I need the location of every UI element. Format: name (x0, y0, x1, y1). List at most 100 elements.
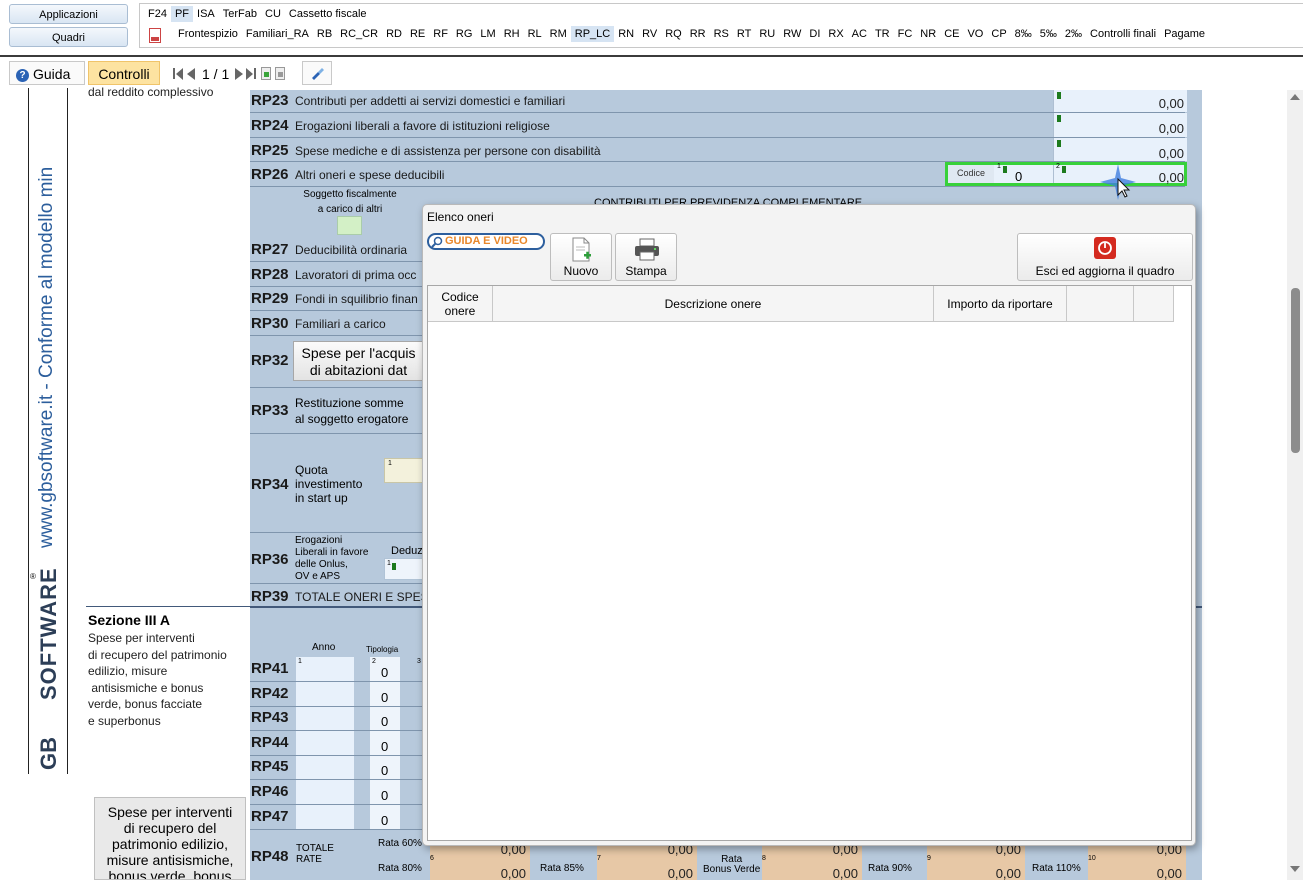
rp47-tipologia-value[interactable]: 0 (381, 813, 388, 828)
nav-tab-f24[interactable]: F24 (144, 6, 171, 22)
quadro-tab-rl[interactable]: RL (524, 26, 546, 42)
printer-icon (635, 238, 659, 261)
quadro-tab-rh[interactable]: RH (500, 26, 524, 42)
pdf-icon[interactable] (149, 28, 161, 43)
delete-page-icon[interactable] (275, 67, 285, 80)
quadro-tab-controlli-finali[interactable]: Controlli finali (1086, 26, 1160, 42)
new-document-icon (572, 237, 591, 262)
rp46-tipologia-value[interactable]: 0 (381, 788, 388, 803)
rp44-code: RP44 (251, 733, 289, 751)
rp32-acquisto-button[interactable]: Spese per l'acquis di abitazioni dat (293, 341, 424, 381)
stampa-button[interactable]: Stampa (615, 233, 677, 281)
rp45-tipologia-value[interactable]: 0 (381, 763, 388, 778)
nav-tab-cassetto-fiscale[interactable]: Cassetto fiscale (285, 6, 371, 22)
quadro-tab-rn[interactable]: RN (614, 26, 638, 42)
row-divider (250, 804, 422, 805)
add-page-icon[interactable] (261, 67, 271, 80)
quadro-tab-rt[interactable]: RT (733, 26, 755, 42)
quadro-tab-pagame[interactable]: Pagame (1160, 26, 1209, 42)
quadro-tab-rp-lc[interactable]: RP_LC (570, 26, 615, 42)
rp48-value: 0,00 (667, 866, 693, 881)
quadro-tab-rx[interactable]: RX (824, 26, 847, 42)
scroll-up-icon[interactable] (1290, 94, 1300, 100)
quadro-tab-tr[interactable]: TR (871, 26, 894, 42)
guida-button[interactable]: ? Guida (9, 61, 85, 85)
quadro-tab-ce[interactable]: CE (940, 26, 963, 42)
field-index: 2 (1056, 163, 1060, 170)
nav-tab-pf[interactable]: PF (170, 6, 194, 22)
quadro-tab-rg[interactable]: RG (452, 26, 477, 42)
col-descrizione-onere[interactable]: Descrizione onere (493, 286, 934, 322)
sezione-summary-box[interactable]: Spese per interventi di recupero del patri… (94, 797, 246, 880)
quadro-tab-ac[interactable]: AC (848, 26, 871, 42)
top-navigation: F24 PF ISA TerFab CU Cassetto fiscale Frontes… (139, 3, 1303, 48)
quadro-tab-rw[interactable]: RW (779, 26, 805, 42)
rp43-tipologia-value[interactable]: 0 (381, 714, 388, 729)
quadro-tab-nr[interactable]: NR (916, 26, 940, 42)
brush-icon (312, 68, 324, 80)
row-divider (250, 335, 422, 336)
next-page-icon[interactable] (235, 68, 243, 80)
prev-page-icon[interactable] (187, 68, 195, 80)
quadro-tab-rs[interactable]: RS (710, 26, 733, 42)
nav-tab-isa[interactable]: ISA (193, 6, 219, 22)
quadri-button[interactable]: Quadri (9, 27, 128, 47)
controlli-button[interactable]: Controlli (88, 61, 160, 85)
summary-box-line: di recupero del (123, 820, 217, 836)
quadro-tab-di[interactable]: DI (805, 26, 824, 42)
sezione-desc-line: antisismiche e bonus (88, 680, 204, 695)
scroll-down-icon[interactable] (1290, 866, 1300, 872)
quadro-tab-2-[interactable]: 2‰ (1061, 26, 1086, 42)
tools-button[interactable] (302, 61, 332, 85)
rp34-field[interactable]: 1 (384, 458, 424, 483)
soggetto-checkbox[interactable] (337, 216, 362, 235)
quadro-tab-rr[interactable]: RR (686, 26, 710, 42)
guida-video-button[interactable]: GUIDA E VIDEO (427, 233, 545, 250)
rp42-tipologia-value[interactable]: 0 (381, 690, 388, 705)
rata-60-label: Rata 60% (378, 838, 422, 849)
col-empty-2[interactable] (1134, 286, 1174, 322)
quadro-tab-rv[interactable]: RV (638, 26, 661, 42)
first-page-icon[interactable] (173, 68, 175, 79)
quadro-tab-rm[interactable]: RM (546, 26, 571, 42)
rp26-code: RP26 (251, 166, 289, 183)
quadro-tab-lm[interactable]: LM (476, 26, 499, 42)
scrollbar-thumb[interactable] (1291, 288, 1300, 453)
quadro-tab-rf[interactable]: RF (429, 26, 452, 42)
quadro-tab-rd[interactable]: RD (382, 26, 406, 42)
rata-bonus-verde-label: Rata Bonus Verde (703, 854, 761, 875)
nav-tab-cu[interactable]: CU (261, 6, 285, 22)
rp27-desc: Deducibilità ordinaria (295, 243, 408, 257)
col-importo[interactable]: Importo da riportare (934, 286, 1067, 322)
esci-aggiorna-button[interactable]: Esci ed aggiorna il quadro (1017, 233, 1193, 281)
cursor-sparkle-icon (1100, 164, 1136, 200)
rp43-code: RP43 (251, 709, 289, 727)
last-page-arrow-icon[interactable] (246, 68, 253, 80)
nav-tab-terfab[interactable]: TerFab (219, 6, 261, 22)
rp41-tipologia-value[interactable]: 0 (381, 665, 388, 680)
quadro-tab-familiari-ra[interactable]: Familiari_RA (242, 26, 313, 42)
quadro-tab-8-[interactable]: 8‰ (1011, 26, 1036, 42)
vertical-scrollbar[interactable] (1287, 90, 1303, 880)
quadro-tab-rb[interactable]: RB (313, 26, 336, 42)
col-codice-onere[interactable]: Codice onere (428, 286, 493, 322)
quadro-tab-cp[interactable]: CP (987, 26, 1010, 42)
quadro-tab-ru[interactable]: RU (755, 26, 779, 42)
rp26-codice-value[interactable]: 0 (1015, 169, 1022, 184)
last-page-icon[interactable] (254, 68, 256, 79)
dialog-title: Elenco oneri (427, 210, 494, 224)
first-page-arrow-icon[interactable] (176, 68, 183, 80)
applicazioni-button[interactable]: Applicazioni (9, 4, 128, 24)
nuovo-button[interactable]: Nuovo (550, 233, 612, 281)
quadro-tab-fc[interactable]: FC (894, 26, 917, 42)
col-empty-1[interactable] (1067, 286, 1134, 322)
quadro-tab-frontespizio[interactable]: Frontespizio (174, 26, 242, 42)
rp44-tipologia-value[interactable]: 0 (381, 739, 388, 754)
quadro-tab-vo[interactable]: VO (963, 26, 987, 42)
summary-box-line: misure antisismiche, (106, 852, 234, 868)
quadro-tab-re[interactable]: RE (406, 26, 429, 42)
quadro-tab-rq[interactable]: RQ (661, 26, 686, 42)
quadro-tab-5-[interactable]: 5‰ (1036, 26, 1061, 42)
rp36-field[interactable]: 1 (384, 558, 424, 580)
quadro-tab-rc-cr[interactable]: RC_CR (336, 26, 382, 42)
